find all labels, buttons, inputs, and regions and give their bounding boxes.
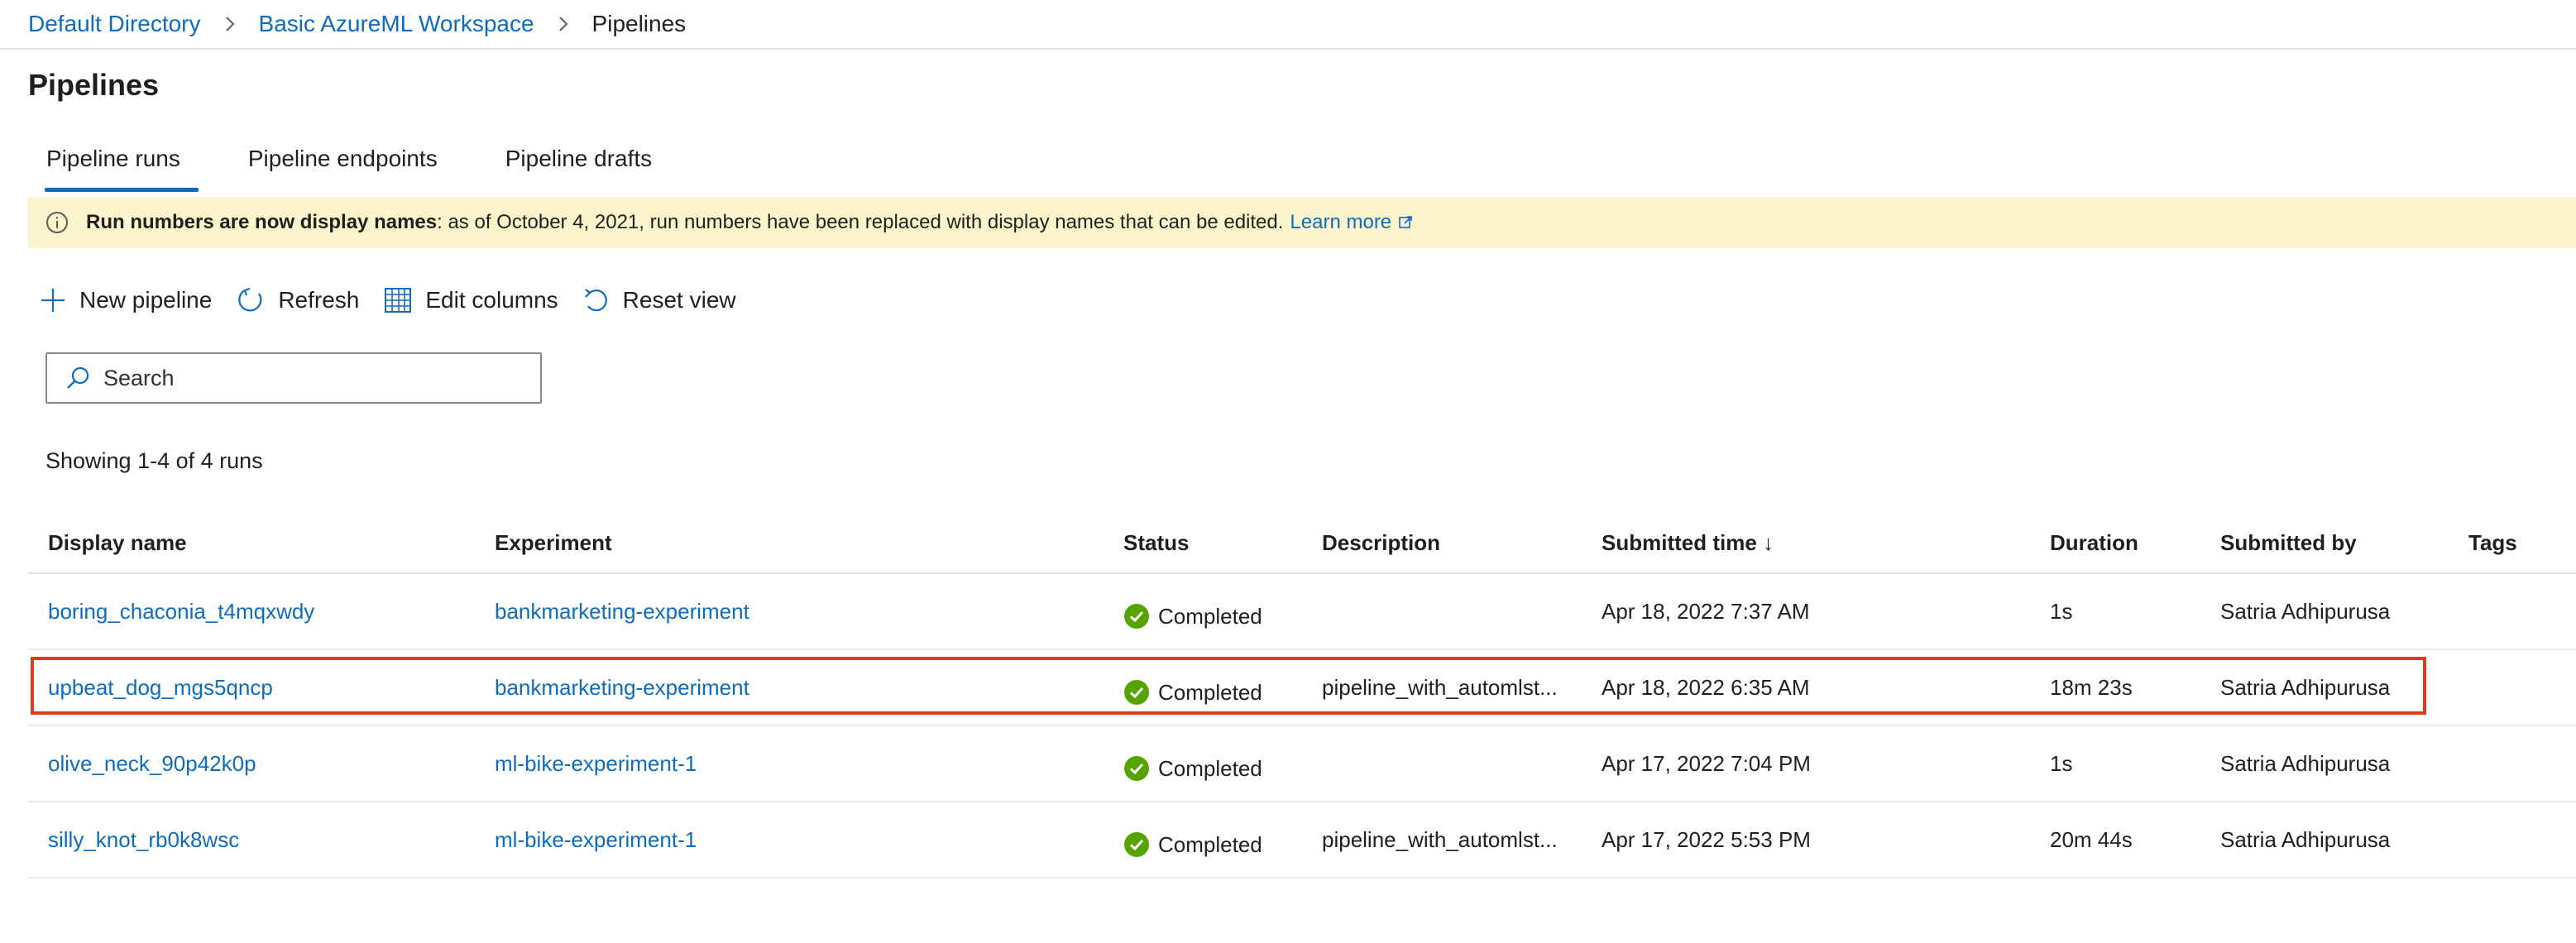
- status-text: Completed: [1158, 603, 1262, 629]
- tab-list: Pipeline runs Pipeline endpoints Pipelin…: [28, 137, 670, 195]
- undo-icon: [583, 286, 610, 314]
- breadcrumb-current: Pipelines: [591, 11, 687, 36]
- description-cell: [1322, 726, 1578, 801]
- learn-more-link[interactable]: Learn more: [1290, 211, 1413, 234]
- header-display-name[interactable]: Display name: [48, 513, 187, 572]
- description-cell: pipeline_with_automlst...: [1322, 674, 1558, 700]
- table-row[interactable]: boring_chaconia_t4mqxwdy bankmarketing-e…: [28, 574, 2576, 650]
- breadcrumb-default-directory[interactable]: Default Directory: [28, 11, 201, 37]
- edit-columns-label: Edit columns: [425, 287, 558, 313]
- header-submitted-time[interactable]: Submitted time ↓: [1602, 513, 1774, 572]
- experiment-link[interactable]: bankmarketing-experiment: [495, 650, 749, 725]
- submitted-by-cell: Satria Adhipurusa: [2220, 750, 2391, 776]
- search-icon: [65, 366, 90, 390]
- run-display-name-link[interactable]: upbeat_dog_mgs5qncp: [48, 650, 273, 725]
- info-banner: Run numbers are now display names : as o…: [28, 197, 2576, 248]
- breadcrumb: Default Directory Basic AzureML Workspac…: [0, 0, 2576, 50]
- refresh-button[interactable]: Refresh: [237, 286, 359, 314]
- status-cell: Completed: [1123, 650, 1262, 730]
- experiment-link[interactable]: bankmarketing-experiment: [495, 574, 749, 649]
- tab-pipeline-drafts[interactable]: Pipeline drafts: [487, 137, 670, 187]
- header-status[interactable]: Status: [1123, 513, 1189, 572]
- learn-more-label: Learn more: [1290, 211, 1392, 233]
- search-box: [45, 352, 542, 404]
- duration-cell: 1s: [2050, 598, 2073, 624]
- status-text: Completed: [1158, 755, 1262, 781]
- banner-bold-text: Run numbers are now display names: [86, 211, 438, 233]
- chevron-right-icon: [224, 15, 236, 33]
- refresh-icon: [237, 286, 265, 314]
- search-input[interactable]: [102, 364, 502, 392]
- page-title: Pipelines: [28, 68, 160, 102]
- submitted-time-cell: Apr 17, 2022 5:53 PM: [1602, 826, 1811, 852]
- chevron-right-icon: [558, 15, 569, 33]
- breadcrumb-workspace[interactable]: Basic AzureML Workspace: [259, 11, 534, 37]
- refresh-label: Refresh: [278, 287, 360, 313]
- duration-cell: 1s: [2050, 750, 2073, 776]
- check-circle-icon: [1123, 755, 1150, 782]
- submitted-time-cell: Apr 18, 2022 6:35 AM: [1602, 674, 1810, 700]
- experiment-link[interactable]: ml-bike-experiment-1: [495, 802, 697, 877]
- reset-view-button[interactable]: Reset view: [583, 286, 736, 314]
- table-row[interactable]: upbeat_dog_mgs5qncp bankmarketing-experi…: [28, 650, 2576, 726]
- status-cell: Completed: [1123, 802, 1262, 882]
- submitted-time-cell: Apr 18, 2022 7:37 AM: [1602, 598, 1810, 624]
- status-text: Completed: [1158, 679, 1262, 705]
- status-text: Completed: [1158, 831, 1262, 857]
- submitted-by-cell: Satria Adhipurusa: [2220, 826, 2391, 852]
- duration-cell: 20m 44s: [2050, 826, 2133, 852]
- new-pipeline-button[interactable]: New pipeline: [40, 287, 212, 314]
- table-header: Display name Experiment Status Descripti…: [28, 513, 2576, 574]
- external-link-icon: [1399, 216, 1412, 228]
- header-tags[interactable]: Tags: [2468, 513, 2517, 572]
- runs-table: Display name Experiment Status Descripti…: [28, 513, 2576, 878]
- experiment-link[interactable]: ml-bike-experiment-1: [495, 726, 697, 801]
- tab-pipeline-runs[interactable]: Pipeline runs: [28, 137, 199, 192]
- reset-view-label: Reset view: [622, 287, 736, 313]
- toolbar: New pipeline Refresh Edit columns Reset …: [40, 286, 761, 314]
- table-row[interactable]: silly_knot_rb0k8wsc ml-bike-experiment-1…: [28, 802, 2576, 878]
- banner-text: : as of October 4, 2021, run numbers hav…: [437, 211, 1284, 233]
- new-pipeline-label: New pipeline: [79, 287, 213, 313]
- submitted-by-cell: Satria Adhipurusa: [2220, 674, 2391, 700]
- header-description[interactable]: Description: [1322, 513, 1578, 572]
- edit-columns-button[interactable]: Edit columns: [384, 286, 558, 314]
- info-icon: [45, 210, 69, 235]
- plus-icon: [40, 287, 66, 314]
- status-cell: Completed: [1123, 726, 1262, 806]
- description-cell: pipeline_with_automlst...: [1322, 826, 1558, 852]
- header-experiment[interactable]: Experiment: [495, 513, 612, 572]
- tab-pipeline-endpoints[interactable]: Pipeline endpoints: [230, 137, 456, 187]
- header-duration[interactable]: Duration: [2050, 513, 2138, 572]
- check-circle-icon: [1123, 603, 1150, 629]
- submitted-time-cell: Apr 17, 2022 7:04 PM: [1602, 750, 1811, 776]
- run-display-name-link[interactable]: olive_neck_90p42k0p: [48, 726, 256, 801]
- run-display-name-link[interactable]: boring_chaconia_t4mqxwdy: [48, 574, 314, 649]
- description-cell: [1322, 574, 1578, 649]
- submitted-by-cell: Satria Adhipurusa: [2220, 598, 2391, 624]
- check-circle-icon: [1123, 679, 1150, 706]
- status-cell: Completed: [1123, 574, 1262, 653]
- check-circle-icon: [1123, 831, 1150, 858]
- table-columns-icon: [384, 286, 412, 314]
- results-count: Showing 1-4 of 4 runs: [45, 448, 263, 473]
- run-display-name-link[interactable]: silly_knot_rb0k8wsc: [48, 802, 239, 877]
- table-row[interactable]: olive_neck_90p42k0p ml-bike-experiment-1…: [28, 726, 2576, 802]
- duration-cell: 18m 23s: [2050, 674, 2133, 700]
- header-submitted-by[interactable]: Submitted by: [2220, 513, 2357, 572]
